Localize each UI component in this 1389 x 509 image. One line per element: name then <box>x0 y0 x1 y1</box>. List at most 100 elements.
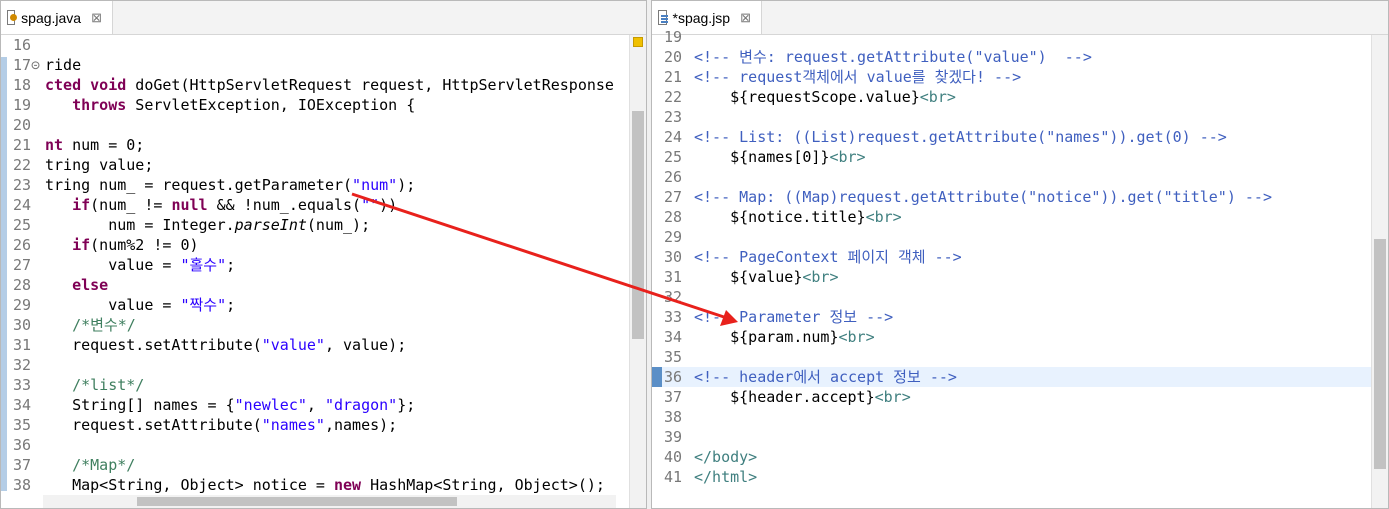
code-line[interactable]: 21 <!-- request객체에서 value를 찾겠다! --> <box>652 67 1388 87</box>
line-number: 18 <box>13 76 32 94</box>
code-line[interactable]: 36 <!-- header에서 accept 정보 --> <box>652 367 1388 387</box>
code-line[interactable]: 22 ${requestScope.value}<br> <box>652 87 1388 107</box>
code-line[interactable]: 28 ${notice.title}<br> <box>652 207 1388 227</box>
close-tab-icon[interactable]: ⊠ <box>740 10 751 26</box>
code-line[interactable]: 21 nt num = 0; <box>1 135 646 155</box>
vertical-scrollbar[interactable] <box>629 35 646 508</box>
line-number: 36 <box>13 436 32 454</box>
code-line[interactable]: 18 cted void doGet(HttpServletRequest req… <box>1 75 646 95</box>
code-line[interactable]: 41 </html> <box>652 467 1388 487</box>
code-text: ${header.accept}<br> <box>694 388 911 406</box>
code-text: value = "홀수"; <box>45 256 236 274</box>
code-text: </html> <box>694 468 758 486</box>
code-text: <!-- Map: ((Map)request.getAttribute("no… <box>694 188 1272 206</box>
code-line[interactable]: 16 <box>1 35 646 55</box>
code-text: if(num_ != null && !num_.equals("")) <box>72 196 398 214</box>
line-number: 38 <box>13 476 32 494</box>
code-text: ${param.num}<br> <box>694 328 875 346</box>
code-line[interactable]: 33 <!-- Parameter 정보 --> <box>652 307 1388 327</box>
code-line[interactable]: 20 <!-- 변수: request.getAttribute("value")… <box>652 47 1388 67</box>
jsp-editor-pane[interactable]: *spag.jsp ⊠ 19 20 <!-- 변수: request.getAttr… <box>651 0 1389 509</box>
code-line[interactable]: 35 request.setAttribute("names",names); <box>1 415 646 435</box>
line-number: 31 <box>13 336 32 354</box>
code-line[interactable]: 38 Map<String, Object> notice = new Hash… <box>1 475 646 495</box>
code-text: String[] names = {"newlec", "dragon"}; <box>45 396 416 414</box>
code-line[interactable]: 31 request.setAttribute("value", value); <box>1 335 646 355</box>
jsp-code-area[interactable]: 19 20 <!-- 변수: request.getAttribute("value… <box>652 28 1388 508</box>
code-line[interactable]: 29 value = "짝수"; <box>1 295 646 315</box>
code-line[interactable]: 20 <box>1 115 646 135</box>
code-line[interactable]: 27 value = "홀수"; <box>1 255 646 275</box>
code-line[interactable]: 32 <box>1 355 646 375</box>
tab-spag-java[interactable]: spag.java ⊠ <box>1 1 113 34</box>
code-text: tring num_ = request.getParameter("num")… <box>45 176 416 194</box>
code-text: request.setAttribute("value", value); <box>45 336 407 354</box>
code-line[interactable]: 34 ${param.num}<br> <box>652 327 1388 347</box>
code-line[interactable]: 37 /*Map*/ <box>1 455 646 475</box>
code-line[interactable]: 40 </body> <box>652 447 1388 467</box>
line-number: 21 <box>13 136 32 154</box>
line-number: 21 <box>664 68 683 86</box>
line-number: 35 <box>13 416 32 434</box>
close-tab-icon[interactable]: ⊠ <box>91 10 102 26</box>
code-line[interactable]: 19 <box>652 27 1388 47</box>
line-number: 31 <box>664 268 683 286</box>
line-number: 37 <box>664 388 683 406</box>
code-text: <!-- header에서 accept 정보 --> <box>694 368 957 386</box>
code-line[interactable]: 19 throws ServletException, IOException … <box>1 95 646 115</box>
tab-label: spag.java <box>21 9 82 26</box>
line-number: 22 <box>664 88 683 106</box>
code-line[interactable]: 24 if(num_ != null && !num_.equals("")) <box>1 195 646 215</box>
code-line[interactable]: 22 tring value; <box>1 155 646 175</box>
line-number: 19 <box>13 96 32 114</box>
code-line[interactable]: 25 num = Integer.parseInt(num_); <box>1 215 646 235</box>
code-text: tring value; <box>45 156 154 174</box>
code-line[interactable]: 27 <!-- Map: ((Map)request.getAttribute("… <box>652 187 1388 207</box>
code-line[interactable]: 17⊝ ride <box>1 55 646 75</box>
vertical-scroll-thumb[interactable] <box>1374 239 1386 469</box>
code-line[interactable]: 36 <box>1 435 646 455</box>
code-line[interactable]: 28 else <box>1 275 646 295</box>
code-line[interactable]: 33 /*list*/ <box>1 375 646 395</box>
vertical-scroll-thumb[interactable] <box>632 111 644 339</box>
code-line[interactable]: 23 tring num_ = request.getParameter("num… <box>1 175 646 195</box>
jsp-file-icon <box>658 10 668 25</box>
code-line[interactable]: 30 /*변수*/ <box>1 315 646 335</box>
code-text: /*list*/ <box>72 376 145 394</box>
code-text: request.setAttribute("names",names); <box>45 416 398 434</box>
code-line[interactable]: 39 <box>652 427 1388 447</box>
code-line[interactable]: 24 <!-- List: ((List)request.getAttribute… <box>652 127 1388 147</box>
code-text: </body> <box>694 448 758 466</box>
horizontal-scrollbar[interactable] <box>43 495 616 508</box>
code-line[interactable]: 30 <!-- PageContext 페이지 객체 --> <box>652 247 1388 267</box>
code-text: num = Integer.parseInt(num_); <box>45 216 371 234</box>
code-line[interactable]: 23 <box>652 107 1388 127</box>
code-text: nt num = 0; <box>45 136 145 154</box>
line-number: 27 <box>13 256 32 274</box>
code-line[interactable]: 37 ${header.accept}<br> <box>652 387 1388 407</box>
code-line[interactable]: 29 <box>652 227 1388 247</box>
line-number: 19 <box>664 28 683 46</box>
code-line[interactable]: 38 <box>652 407 1388 427</box>
java-editor-pane[interactable]: spag.java ⊠ 16 17⊝ ride 18 cted void doGet(H… <box>0 0 647 509</box>
line-number: 22 <box>13 156 32 174</box>
java-code-area[interactable]: 16 17⊝ ride 18 cted void doGet(HttpServletRe… <box>1 35 646 508</box>
line-number: 25 <box>664 148 683 166</box>
code-line[interactable]: 26 <box>652 167 1388 187</box>
line-number: 35 <box>664 348 683 366</box>
line-number: 39 <box>664 428 683 446</box>
code-text: if(num%2 != 0) <box>72 236 199 254</box>
code-line[interactable]: 31 ${value}<br> <box>652 267 1388 287</box>
line-number: 20 <box>13 116 32 134</box>
code-line[interactable]: 32 <box>652 287 1388 307</box>
vertical-scrollbar[interactable] <box>1371 35 1388 508</box>
code-text: ride <box>45 56 82 74</box>
code-line[interactable]: 35 <box>652 347 1388 367</box>
line-number: 29 <box>13 296 32 314</box>
horizontal-scroll-thumb[interactable] <box>137 497 457 506</box>
code-line[interactable]: 25 ${names[0]}<br> <box>652 147 1388 167</box>
code-text: ${requestScope.value}<br> <box>694 88 956 106</box>
code-line[interactable]: 26 if(num%2 != 0) <box>1 235 646 255</box>
code-line[interactable]: 34 String[] names = {"newlec", "dragon"}… <box>1 395 646 415</box>
code-text: Map<String, Object> notice = new HashMap… <box>45 476 605 494</box>
